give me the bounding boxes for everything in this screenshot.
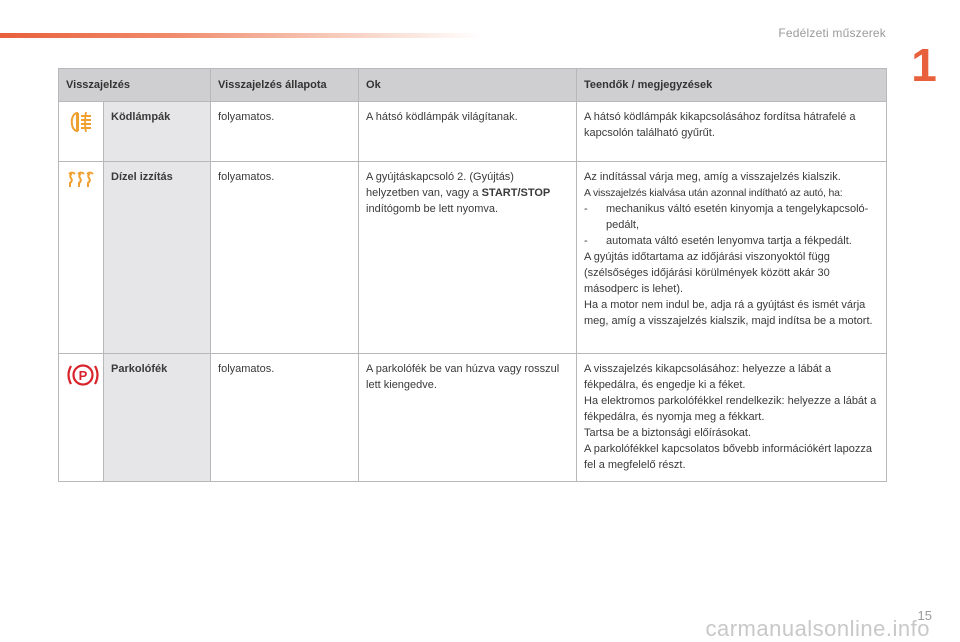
lamp-cause: A parkolófék be van húzva vagy rosszul l… — [358, 353, 578, 482]
lamp-notes: Az indítással várja meg, amíg a visszaje… — [576, 161, 888, 354]
start-stop-label: START/STOP — [481, 187, 551, 199]
chapter-number: 1 — [911, 39, 937, 91]
icon-cell: P — [58, 353, 104, 482]
icon-cell — [58, 101, 104, 162]
lamp-notes: A visszajelzés kikapcsolásához: helyezze… — [576, 353, 888, 482]
note-line: Tartsa be a biztonsági előírásokat. — [584, 427, 751, 439]
table-header-row: Visszajelzés Visszajelzés állapota Ok Te… — [57, 68, 888, 102]
lamp-state: folyamatos. — [210, 101, 360, 162]
note-bullet: - mechanikus váltó esetén kinyomja a teng… — [584, 203, 869, 231]
lamp-name: Ködlámpák — [102, 101, 212, 162]
note-line: Az indítással várja meg, amíg a visszaje… — [584, 171, 841, 183]
table-row: Ködlámpák folyamatos. A hátsó ködlámpák … — [58, 101, 888, 162]
lamp-notes: A hátsó ködlámpák kikapcsolásához fordít… — [576, 101, 888, 162]
note-line: A visszajelzés kikapcsolásához: helyezze… — [584, 363, 832, 391]
table-row: Dízel izzítás folyamatos. A gyújtáskapcs… — [58, 161, 888, 354]
watermark: carmanualsonline.info — [705, 616, 930, 641]
note-bullet-text: automata váltó esetén lenyomva tartja a … — [606, 235, 852, 247]
note-line: A visszajelzés kialvása után azonnal ind… — [584, 187, 843, 199]
warning-lamps-table: Visszajelzés Visszajelzés állapota Ok Te… — [57, 68, 888, 482]
note-line: A gyújtás időtartama az időjárási viszon… — [584, 251, 830, 295]
header-accent-bar — [0, 33, 480, 38]
column-header: Visszajelzés állapota — [210, 68, 360, 102]
lamp-name: Dízel izzítás — [102, 161, 212, 354]
note-line: A hátsó ködlámpák kikapcsolásához fordít… — [584, 111, 856, 139]
svg-text:P: P — [79, 368, 88, 383]
column-header: Visszajelzés — [57, 68, 212, 102]
note-bullet-text: mechanikus váltó esetén kinyomja a tenge… — [606, 203, 869, 231]
note-line: Ha a motor nem indul be, adja rá a gyújt… — [584, 299, 873, 327]
note-bullet: - automata váltó esetén lenyomva tartja a… — [584, 235, 852, 247]
lamp-name: Parkolófék — [102, 353, 212, 482]
note-line: A parkolófékkel kapcsolatos bővebb infor… — [584, 443, 873, 471]
parking-brake-icon: P — [66, 361, 100, 394]
cause-text: indítógomb be lett nyomva. — [366, 203, 499, 215]
column-header: Teendők / megjegyzések — [576, 68, 888, 102]
lamp-cause: A hátsó ködlámpák világítanak. — [358, 101, 578, 162]
rear-fog-lamp-icon — [66, 109, 96, 140]
lamp-cause: A gyújtáskapcsoló 2. (Gyújtás) helyzetbe… — [358, 161, 578, 354]
column-header: Ok — [358, 68, 578, 102]
note-line: Ha elektromos parkolófékkel rendelkezik:… — [584, 395, 877, 423]
lamp-state: folyamatos. — [210, 161, 360, 354]
table-row: P Parkolófék folyamatos. A parkolófék be… — [58, 353, 888, 482]
icon-cell — [58, 161, 104, 354]
section-title: Fedélzeti műszerek — [778, 26, 886, 40]
diesel-preheating-icon — [66, 169, 96, 196]
lamp-state: folyamatos. — [210, 353, 360, 482]
